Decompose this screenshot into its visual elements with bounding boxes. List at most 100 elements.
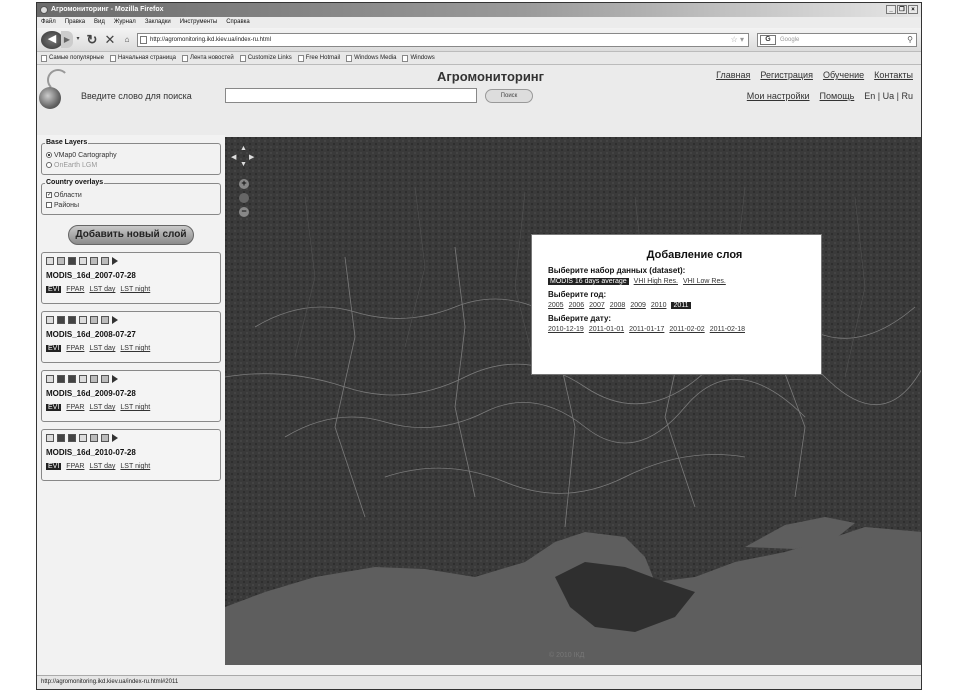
layer-download-icon[interactable] — [68, 257, 76, 265]
search-button[interactable]: Поиск — [485, 89, 533, 103]
magnifier-icon[interactable]: ⚲ — [907, 34, 913, 46]
date-option[interactable]: 2011-01-01 — [589, 326, 624, 333]
base-layer-option[interactable]: VMap0 Cartography — [46, 150, 216, 160]
checkbox-icon[interactable] — [46, 202, 52, 208]
back-button[interactable]: ◀ — [41, 31, 63, 49]
site-search-input[interactable] — [225, 88, 477, 103]
year-option[interactable]: 2009 — [630, 302, 646, 309]
minimize-button[interactable]: _ — [886, 5, 896, 14]
overlay-option[interactable]: ✓ Области — [46, 190, 216, 200]
pan-down-icon[interactable]: ▼ — [240, 161, 247, 168]
stop-icon[interactable]: ✕ — [103, 31, 117, 48]
layer-chart-icon[interactable] — [90, 257, 98, 265]
bookmark-item[interactable]: Customize Links — [239, 52, 292, 64]
layer-link-evi[interactable]: EVI — [46, 286, 62, 293]
checkbox-checked-icon[interactable]: ✓ — [46, 192, 52, 198]
layer-link-evi[interactable]: EVI — [46, 404, 62, 411]
expand-arrow-icon[interactable] — [112, 257, 118, 265]
link-register[interactable]: Регистрация — [760, 70, 813, 80]
zoom-slider-icon[interactable] — [239, 193, 249, 203]
menu-bookmarks[interactable]: Закладки — [145, 17, 171, 28]
year-option[interactable]: 2007 — [589, 302, 605, 309]
date-option[interactable]: 2010-12-19 — [548, 326, 584, 333]
bookmark-item[interactable]: Free Hotmail — [297, 52, 340, 64]
expand-arrow-icon[interactable] — [112, 434, 118, 442]
layer-link-fpar[interactable]: FPAR — [66, 286, 84, 293]
layer-download-icon[interactable] — [68, 434, 76, 442]
date-option[interactable]: 2011-02-02 — [669, 326, 704, 333]
zoom-out-icon[interactable]: − — [239, 207, 249, 217]
close-button[interactable]: × — [908, 5, 918, 14]
layer-info-icon[interactable] — [57, 257, 65, 265]
menu-tools[interactable]: Инструменты — [180, 17, 217, 28]
pan-left-icon[interactable]: ◀ — [231, 153, 236, 161]
layer-remove-icon[interactable] — [101, 316, 109, 324]
bookmark-item[interactable]: Начальная страница — [109, 52, 176, 64]
layer-chart-icon[interactable] — [90, 434, 98, 442]
layer-remove-icon[interactable] — [101, 375, 109, 383]
dataset-option[interactable]: MODIS 16 days average — [548, 278, 629, 285]
layer-table-icon[interactable] — [79, 434, 87, 442]
dataset-option[interactable]: VHI High Res. — [634, 278, 678, 285]
layer-link-lst-day[interactable]: LST day — [89, 463, 115, 470]
reload-icon[interactable]: ↻ — [85, 31, 99, 48]
address-bar[interactable]: http://agromonitoring.ikd.kiev.ua/index-… — [137, 33, 749, 47]
link-contacts[interactable]: Контакты — [874, 70, 913, 80]
date-option[interactable]: 2011-02-18 — [710, 326, 745, 333]
layer-info-icon[interactable] — [57, 375, 65, 383]
visibility-checkbox-icon[interactable] — [46, 375, 54, 383]
dataset-option[interactable]: VHI Low Res. — [683, 278, 726, 285]
layer-info-icon[interactable] — [57, 434, 65, 442]
layer-chart-icon[interactable] — [90, 316, 98, 324]
year-option[interactable]: 2008 — [610, 302, 626, 309]
map-viewport[interactable]: ▲ ◀ ▶ ▼ + − © 2010 ІКД Добавление слоя В… — [225, 137, 921, 665]
link-home[interactable]: Главная — [716, 70, 750, 80]
pan-up-icon[interactable]: ▲ — [240, 145, 247, 152]
visibility-checkbox-icon[interactable] — [46, 316, 54, 324]
layer-link-lst-night[interactable]: LST night — [120, 404, 150, 411]
history-dropdown-icon[interactable]: ▾ — [75, 31, 81, 48]
maximize-button[interactable]: ❐ — [897, 5, 907, 14]
date-option[interactable]: 2011-01-17 — [629, 326, 664, 333]
expand-arrow-icon[interactable] — [112, 375, 118, 383]
globe-logo-icon[interactable] — [39, 69, 71, 115]
radio-icon[interactable] — [46, 162, 52, 168]
layer-table-icon[interactable] — [79, 257, 87, 265]
layer-link-lst-day[interactable]: LST day — [89, 345, 115, 352]
add-layer-button[interactable]: Добавить новый слой — [68, 225, 194, 245]
google-icon[interactable]: G — [760, 35, 776, 45]
link-my-settings[interactable]: Мои настройки — [747, 91, 810, 101]
year-option-selected[interactable]: 2011 — [671, 302, 691, 309]
layer-link-lst-day[interactable]: LST day — [89, 286, 115, 293]
home-icon[interactable]: ⌂ — [121, 31, 133, 48]
pan-right-icon[interactable]: ▶ — [249, 153, 254, 161]
menu-view[interactable]: Вид — [94, 17, 105, 28]
bookmark-item[interactable]: Лента новостей — [182, 52, 234, 64]
bookmark-item[interactable]: Windows Media — [346, 52, 396, 64]
base-layer-option[interactable]: OnEarth LGM — [46, 160, 216, 170]
layer-download-icon[interactable] — [68, 375, 76, 383]
layer-table-icon[interactable] — [79, 375, 87, 383]
visibility-checkbox-icon[interactable] — [46, 434, 54, 442]
menu-edit[interactable]: Правка — [65, 17, 85, 28]
search-box[interactable]: G Google ⚲ — [757, 33, 917, 47]
link-help[interactable]: Помощь — [820, 91, 855, 101]
layer-link-lst-night[interactable]: LST night — [120, 286, 150, 293]
layer-link-lst-day[interactable]: LST day — [89, 404, 115, 411]
menu-history[interactable]: Журнал — [114, 17, 136, 28]
overlay-option[interactable]: Районы — [46, 200, 216, 210]
layer-link-fpar[interactable]: FPAR — [66, 404, 84, 411]
zoom-in-icon[interactable]: + — [239, 179, 249, 189]
layer-table-icon[interactable] — [79, 316, 87, 324]
layer-download-icon[interactable] — [68, 316, 76, 324]
layer-remove-icon[interactable] — [101, 257, 109, 265]
link-training[interactable]: Обучение — [823, 70, 864, 80]
bookmark-item[interactable]: Самые популярные — [41, 52, 104, 64]
year-option[interactable]: 2005 — [548, 302, 564, 309]
forward-button[interactable]: ▶ — [61, 31, 73, 48]
layer-link-lst-night[interactable]: LST night — [120, 463, 150, 470]
year-option[interactable]: 2010 — [651, 302, 667, 309]
layer-link-fpar[interactable]: FPAR — [66, 463, 84, 470]
language-switcher[interactable]: En | Ua | Ru — [864, 91, 913, 101]
bookmark-star-icon[interactable]: ☆ ▾ — [731, 34, 744, 46]
